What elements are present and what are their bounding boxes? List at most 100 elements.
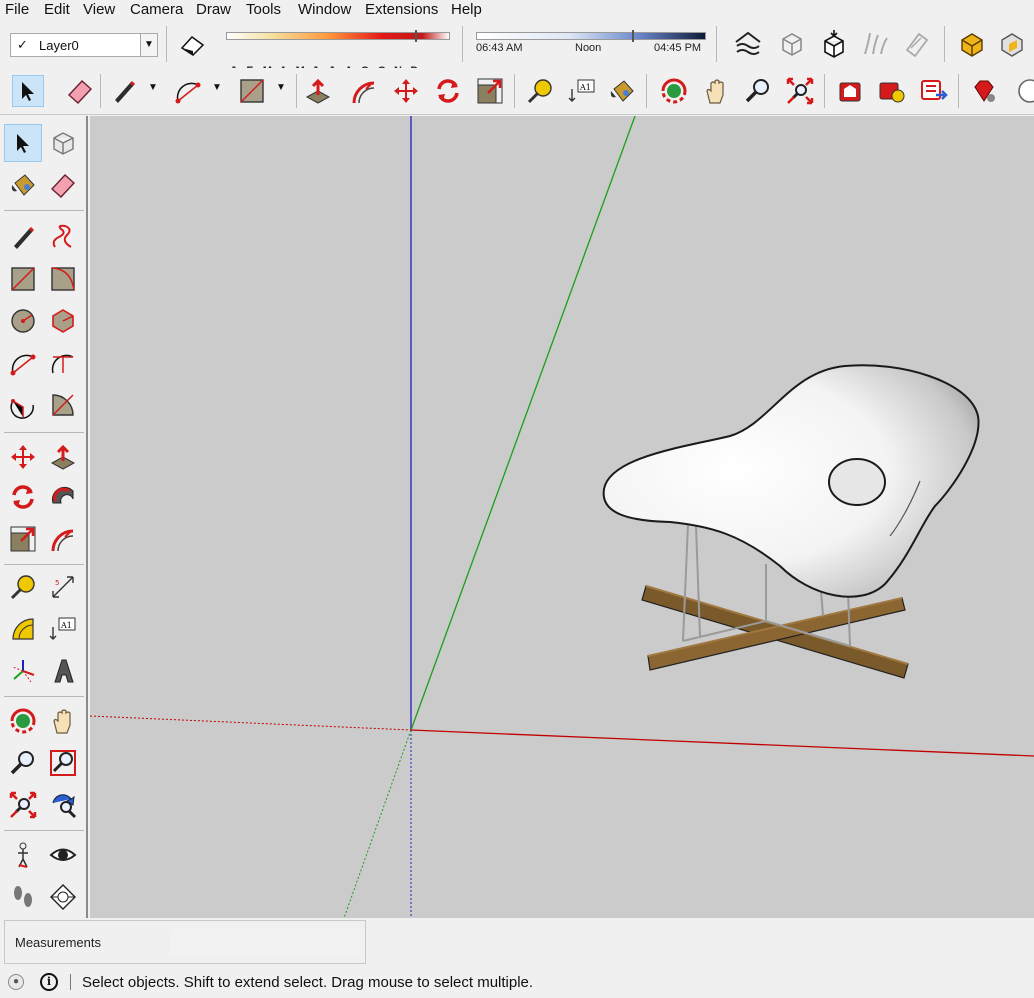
rotated-rectangle-tool-button[interactable] (44, 260, 82, 298)
eraser-tool-button[interactable] (64, 75, 96, 107)
share-model-button[interactable] (876, 75, 908, 107)
push-pull-tool-button[interactable] (44, 438, 82, 476)
rotate-tool-button[interactable] (432, 75, 464, 107)
red-axis (410, 729, 1034, 757)
scale-tool-button[interactable] (474, 75, 506, 107)
extension-manager-button[interactable] (1008, 75, 1034, 107)
tray-separator (4, 432, 84, 433)
orbit-tool-button[interactable] (658, 75, 690, 107)
eraser-tool-button[interactable] (44, 166, 82, 204)
sandbox-scratch-button[interactable] (818, 28, 850, 60)
section-plane-tool-button[interactable] (44, 878, 82, 916)
walk-tool-button[interactable] (4, 878, 42, 916)
info-icon[interactable]: i (40, 973, 58, 991)
line-tool-button[interactable] (4, 218, 42, 256)
caret-down-icon[interactable]: ▼ (212, 82, 222, 93)
tray-separator (4, 830, 84, 831)
extension-warehouse-button[interactable] (968, 75, 1000, 107)
move-tool-button[interactable] (390, 75, 422, 107)
pie-tool-button[interactable] (44, 386, 82, 424)
menu-camera[interactable]: Camera (127, 0, 186, 20)
tape-measure-tool-button[interactable] (524, 75, 556, 107)
solid-shell-icon (961, 33, 983, 57)
orbit-tool-button[interactable] (4, 702, 42, 740)
caret-down-icon[interactable]: ▼ (148, 82, 158, 93)
fog-button[interactable] (732, 28, 764, 60)
dimension-tool-button[interactable]: 5 (44, 568, 82, 606)
paint-bucket-tool-button[interactable] (606, 75, 638, 107)
rectangle-tool-button[interactable] (4, 260, 42, 298)
layer-select[interactable]: ✓ Layer0 ▼ (10, 33, 158, 57)
menu-draw[interactable]: Draw (193, 0, 234, 20)
select-tool-button[interactable] (4, 124, 42, 162)
measurements-input[interactable] (170, 929, 360, 955)
previous-view-button[interactable] (44, 786, 82, 824)
circle-tool-button[interactable] (4, 302, 42, 340)
move-tool-button[interactable] (4, 438, 42, 476)
line-tool-button[interactable] (108, 75, 140, 107)
dimension-icon: 5 (52, 576, 74, 598)
polygon-tool-button[interactable] (44, 302, 82, 340)
month-slider[interactable] (222, 30, 454, 64)
position-camera-tool-button[interactable] (4, 836, 42, 874)
select-tool-button[interactable] (12, 75, 44, 107)
paint-bucket-tool-button[interactable] (4, 166, 42, 204)
smoove-button[interactable] (860, 28, 892, 60)
drape-button[interactable] (900, 28, 932, 60)
menu-file[interactable]: File (2, 0, 32, 20)
3d-text-tool-button[interactable] (44, 652, 82, 690)
layer-visible-check: ✓ (17, 37, 28, 52)
caret-down-icon[interactable]: ▼ (276, 82, 286, 93)
menu-window[interactable]: Window (295, 0, 354, 20)
menu-tools[interactable]: Tools (243, 0, 284, 20)
axes-tool-button[interactable] (4, 652, 42, 690)
freehand-tool-button[interactable] (44, 218, 82, 256)
chair-shell-hole (828, 458, 886, 506)
component-box-icon (53, 132, 74, 155)
chevron-down-icon[interactable]: ▼ (140, 34, 157, 56)
tape-measure-tool-button[interactable] (4, 568, 42, 606)
solid-intersect-button[interactable] (996, 28, 1028, 60)
pan-tool-button[interactable] (44, 702, 82, 740)
zoom-tool-button[interactable] (4, 744, 42, 782)
shadows-toggle-button[interactable] (176, 28, 208, 60)
menu-help[interactable]: Help (448, 0, 485, 20)
scale-tool-button[interactable] (4, 520, 42, 558)
follow-me-tool-button[interactable] (44, 478, 82, 516)
menu-edit[interactable]: Edit (41, 0, 73, 20)
two-point-arc-tool-button[interactable] (44, 344, 82, 382)
freehand-icon (52, 224, 72, 248)
zoom-extents-icon (9, 791, 37, 819)
tape-measure-icon (10, 575, 35, 600)
solid-tools-button[interactable] (956, 28, 988, 60)
rotate-tool-button[interactable] (4, 478, 42, 516)
protractor-tool-button[interactable] (4, 610, 42, 648)
pan-tool-button[interactable] (700, 75, 732, 107)
circle-icon (11, 309, 35, 333)
zoom-tool-button[interactable] (742, 75, 774, 107)
text-tool-button[interactable]: A1 (44, 610, 82, 648)
zoom-extents-button[interactable] (784, 75, 816, 107)
look-around-tool-button[interactable] (44, 836, 82, 874)
offset-tool-button[interactable] (44, 520, 82, 558)
magnifier-icon (745, 79, 769, 103)
menu-view[interactable]: View (80, 0, 118, 20)
orbit-icon (10, 708, 36, 734)
geolocation-icon[interactable]: ● (8, 974, 24, 990)
zoom-extents-button[interactable] (4, 786, 42, 824)
share-component-button[interactable] (918, 75, 950, 107)
offset-tool-button[interactable] (348, 75, 380, 107)
rectangle-icon (11, 267, 35, 291)
push-pull-tool-button[interactable] (302, 75, 334, 107)
menu-extensions[interactable]: Extensions (362, 0, 441, 20)
arc-tool-button[interactable] (172, 75, 204, 107)
arc-tool-button[interactable] (4, 344, 42, 382)
rectangle-tool-button[interactable] (236, 75, 268, 107)
three-point-arc-tool-button[interactable] (4, 386, 42, 424)
zoom-window-tool-button[interactable] (44, 744, 82, 782)
warehouse-button[interactable] (834, 75, 866, 107)
make-component-button[interactable] (44, 124, 82, 162)
sandbox-from-contours-button[interactable] (776, 28, 808, 60)
model-viewport[interactable] (90, 116, 1034, 918)
dimension-tool-button[interactable]: A1 (566, 75, 598, 107)
